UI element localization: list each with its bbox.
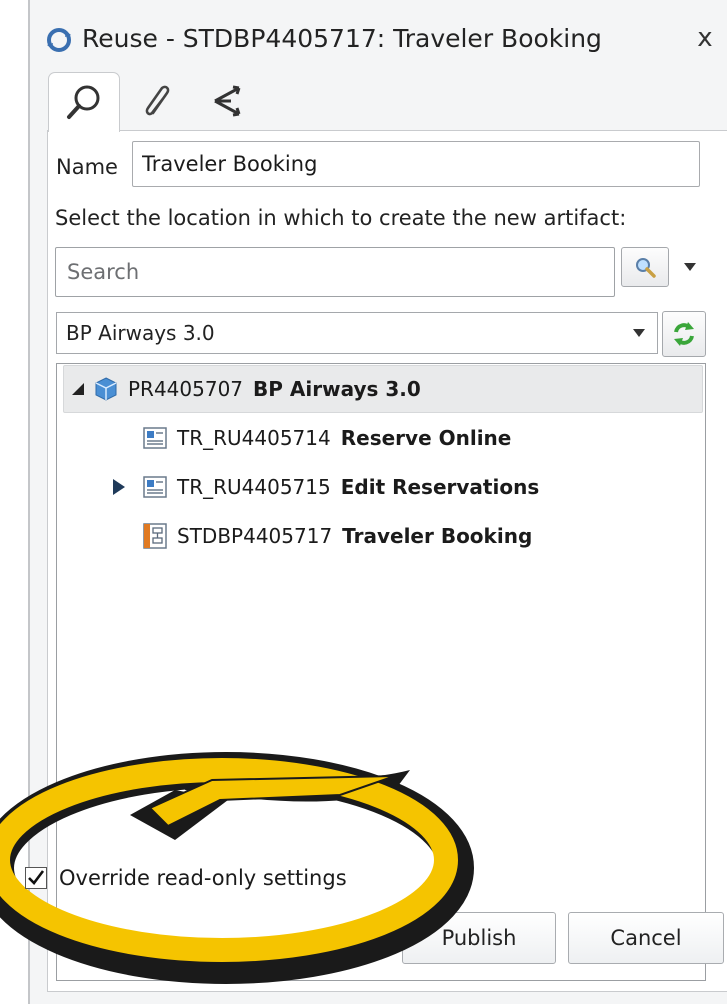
tree-node-name: Traveler Booking — [342, 524, 533, 548]
business-process-icon — [141, 522, 169, 550]
tree-node-id: TR_RU4405714 — [177, 426, 331, 450]
chevron-down-icon — [684, 263, 696, 271]
dialog-title: Reuse - STDBP4405717: Traveler Booking — [82, 24, 602, 53]
tab-strip — [48, 72, 727, 132]
tree-node-id: STDBP4405717 — [177, 524, 333, 548]
tree-node-root[interactable]: PR4405707 BP Airways 3.0 — [63, 365, 703, 413]
tree-node-name: Reserve Online — [340, 426, 512, 450]
search-input[interactable] — [55, 247, 615, 297]
reuse-cycle-icon — [47, 28, 71, 52]
expand-triangle-icon[interactable] — [105, 479, 133, 495]
tab-search[interactable] — [48, 72, 120, 132]
tree-node-id: PR4405707 — [128, 377, 244, 401]
name-label: Name — [56, 155, 118, 179]
name-field[interactable] — [132, 141, 700, 187]
tree-node-id: TR_RU4405715 — [177, 475, 331, 499]
paperclip-icon — [145, 85, 170, 116]
cancel-button[interactable]: Cancel — [568, 912, 724, 964]
override-label: Override read-only settings — [59, 866, 347, 890]
project-select-value: BP Airways 3.0 — [66, 321, 215, 345]
location-instruction: Select the location in which to create t… — [55, 206, 627, 230]
project-select[interactable]: BP Airways 3.0 — [56, 312, 658, 354]
close-button[interactable]: x — [690, 20, 720, 56]
share-icon — [214, 85, 241, 117]
tab-relationships[interactable] — [194, 72, 264, 130]
refresh-icon — [674, 322, 694, 346]
tree-node-name: BP Airways 3.0 — [253, 377, 421, 401]
textual-requirement-icon — [141, 424, 169, 452]
refresh-button[interactable] — [662, 311, 706, 357]
tree-node-name: Edit Reservations — [340, 475, 540, 499]
tree-node-child[interactable]: TR_RU4405714 Reserve Online — [141, 414, 511, 462]
title-bar: Reuse - STDBP4405717: Traveler Booking x — [30, 0, 727, 74]
tree-node-child[interactable]: STDBP4405717 Traveler Booking — [141, 512, 532, 560]
search-button[interactable] — [621, 247, 669, 287]
reuse-dialog: Reuse - STDBP4405717: Traveler Booking x — [28, 0, 727, 1004]
chevron-down-icon — [633, 313, 645, 353]
override-readonly-option[interactable]: Override read-only settings — [25, 860, 347, 896]
publish-button[interactable]: Publish — [402, 912, 556, 964]
collapse-triangle-icon[interactable] — [64, 383, 92, 395]
override-checkbox[interactable] — [25, 867, 47, 889]
project-cube-icon — [92, 375, 120, 403]
textual-requirement-icon — [141, 473, 169, 501]
magnifier-icon — [636, 258, 656, 278]
search-options-dropdown[interactable] — [675, 247, 705, 287]
tree-node-child[interactable]: TR_RU4405715 Edit Reservations — [105, 463, 539, 511]
checkmark-icon — [28, 870, 45, 885]
tab-attachments[interactable] — [124, 72, 194, 130]
search-icon — [67, 85, 100, 119]
